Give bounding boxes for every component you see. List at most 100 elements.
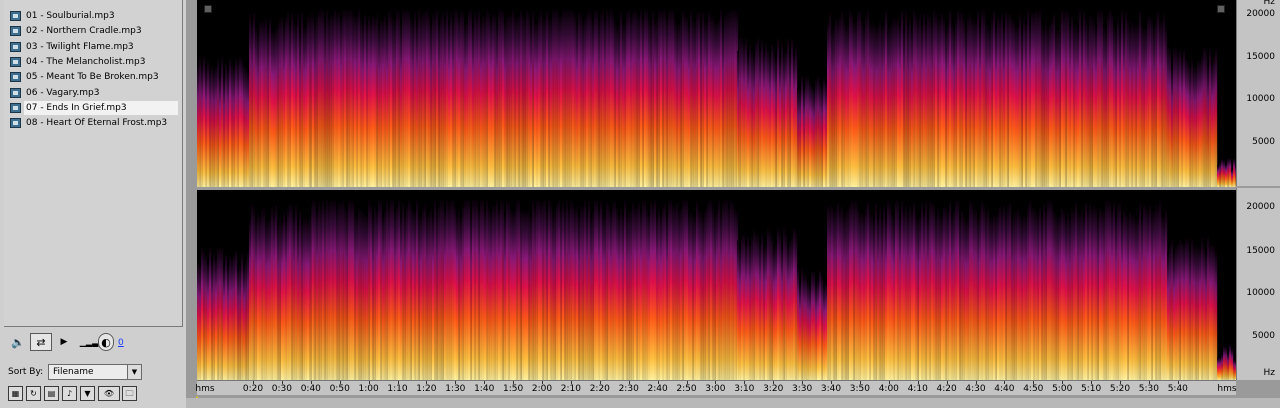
file-name-label: 04 - The Melancholist.mp3 (26, 56, 146, 67)
file-list[interactable]: 01 - Soulburial.mp3 02 - Northern Cradle.… (4, 0, 183, 327)
time-ruler-end-label: hms (1217, 384, 1237, 394)
transport-controls: 🔈 ⇄ ▶ ▁▂▃ ◐ 0 (4, 330, 182, 358)
file-list-item[interactable]: 01 - Soulburial.mp3 (10, 9, 178, 23)
music-file-icon[interactable]: ♪ (62, 386, 77, 401)
frequency-ruler-bottom: 20000 15000 10000 5000 Hz (1236, 188, 1280, 380)
time-tick-label: 3:20 (763, 384, 784, 394)
time-tick-label: 1:30 (445, 384, 466, 394)
file-list-item[interactable]: 08 - Heart Of Eternal Frost.mp3 (10, 116, 178, 130)
frequency-ruler-top: Hz 20000 15000 10000 5000 (1236, 0, 1280, 186)
zoom-corner-right[interactable] (1217, 5, 1225, 13)
sort-by-label: Sort By: (8, 367, 44, 377)
open-folder-icon[interactable]: 🗀 (122, 386, 137, 401)
time-tick-label: 3:40 (820, 384, 842, 394)
time-tick-label: 0:50 (329, 384, 350, 394)
file-list-item[interactable]: 03 - Twilight Flame.mp3 (10, 40, 178, 54)
volume-bars-icon: ▁▂▃ (79, 337, 99, 347)
play-list-icon[interactable]: ▦ (8, 386, 23, 401)
audio-file-icon (10, 11, 21, 21)
file-list-item[interactable]: 04 - The Melancholist.mp3 (10, 55, 178, 69)
file-name-label: 05 - Meant To Be Broken.mp3 (26, 72, 159, 83)
filter-icon[interactable]: ▼ (80, 386, 95, 401)
status-strip (186, 398, 1280, 408)
chevron-down-icon[interactable]: ▼ (127, 365, 141, 379)
hz-label-10000: 10000 (1246, 94, 1275, 104)
hz-unit-label-b: Hz (1263, 368, 1276, 378)
time-ruler-start-label: hms (195, 384, 215, 394)
time-tick-label: 1:20 (416, 384, 437, 394)
time-tick-label: 0:30 (271, 384, 292, 394)
file-panel: 01 - Soulburial.mp3 02 - Northern Cradle.… (0, 0, 186, 408)
audio-file-icon (10, 102, 21, 113)
time-tick-label: 3:30 (791, 384, 813, 394)
time-tick-label: 5:00 (1052, 384, 1073, 394)
file-name-label: 06 - Vagary.mp3 (26, 87, 100, 98)
bottom-toolbar: ▦ ↻ ▤ ♪ ▼ 👁 🗀 (4, 386, 184, 402)
file-name-label: 03 - Twilight Flame.mp3 (26, 41, 134, 52)
time-tick-label: 1:00 (358, 384, 379, 394)
time-tick-label: 4:30 (965, 384, 986, 394)
time-ruler[interactable]: hms 0:20 0:30 0:40 0:50 1:00 1:10 1:20 1:30 1:40 1… (195, 380, 1237, 395)
file-list-item[interactable]: 05 - Meant To Be Broken.mp3 (10, 70, 178, 84)
time-tick-label: 5:40 (1167, 384, 1188, 394)
time-tick-label: 2:20 (589, 384, 610, 394)
file-name-label: 02 - Northern Cradle.mp3 (26, 26, 142, 37)
time-tick-label: 2:00 (531, 384, 553, 394)
volume-value[interactable]: 0 (118, 338, 124, 348)
audio-file-icon (10, 26, 21, 37)
spectrogram-channel-left[interactable] (197, 0, 1236, 187)
hz-unit-label: Hz (1263, 0, 1276, 7)
play-button[interactable]: ▶ (58, 333, 70, 351)
hz-label-10000-b: 10000 (1246, 288, 1275, 298)
time-tick-label: 1:40 (474, 384, 495, 394)
audio-file-icon (10, 41, 21, 52)
file-name-label: 08 - Heart Of Eternal Frost.mp3 (26, 118, 168, 129)
time-tick-label: 4:00 (878, 384, 899, 394)
spectral-view: Hz 20000 15000 10000 5000 20000 15000 10… (186, 0, 1280, 408)
time-tick-label: 5:20 (1109, 384, 1131, 394)
hz-label-5000: 5000 (1252, 137, 1275, 147)
sort-row: Sort By: Filename ▼ (4, 364, 184, 382)
time-tick-label: 0:20 (242, 384, 264, 394)
time-tick-label: 4:20 (936, 384, 957, 394)
hz-label-5000-b: 5000 (1252, 331, 1275, 341)
audio-file-icon (10, 56, 21, 67)
audio-file-icon (10, 72, 21, 83)
time-tick-label: 2:10 (560, 384, 581, 394)
time-tick-label: 4:40 (994, 384, 1015, 394)
loop-button[interactable]: ⇄ (30, 333, 52, 351)
time-tick-label: 2:40 (647, 384, 668, 394)
hz-label-20000: 20000 (1246, 9, 1275, 19)
time-tick-label: 0:40 (300, 384, 321, 394)
file-list-item[interactable]: 07 - Ends In Grief.mp3 (10, 100, 178, 115)
file-list-item[interactable]: 06 - Vagary.mp3 (10, 86, 178, 100)
zoom-corner-left[interactable] (204, 5, 212, 13)
volume-knob[interactable]: ◐ (98, 333, 114, 351)
view-icon[interactable]: 👁 (98, 386, 120, 401)
time-tick-label: 1:10 (387, 384, 408, 394)
audio-file-icon (10, 118, 21, 129)
time-tick-label: 3:00 (705, 384, 726, 394)
sort-select-value: Filename (53, 367, 94, 377)
sort-select[interactable]: Filename ▼ (48, 364, 142, 380)
spectrogram-channel-right[interactable] (197, 190, 1236, 380)
file-name-label: 01 - Soulburial.mp3 (26, 11, 115, 21)
file-name-label: 07 - Ends In Grief.mp3 (26, 102, 127, 113)
time-tick-label: 4:10 (907, 384, 928, 394)
refresh-icon[interactable]: ↻ (26, 386, 41, 401)
audio-file-icon (10, 87, 21, 98)
time-tick-label: 2:50 (676, 384, 697, 394)
time-tick-label: 5:10 (1080, 384, 1102, 394)
hz-label-15000: 15000 (1246, 52, 1275, 62)
time-tick-label: 4:50 (1023, 384, 1044, 394)
time-tick-label: 2:30 (618, 384, 639, 394)
time-tick-label: 1:50 (502, 384, 524, 394)
file-list-item[interactable]: 02 - Northern Cradle.mp3 (10, 24, 178, 38)
time-tick-label: 3:10 (734, 384, 755, 394)
hz-label-15000-b: 15000 (1246, 246, 1275, 256)
time-tick-label: 3:50 (849, 384, 870, 394)
speaker-icon[interactable]: 🔈 (8, 333, 28, 351)
spectrogram-graphic (197, 0, 1236, 187)
properties-icon[interactable]: ▤ (44, 386, 59, 401)
hz-label-20000-b: 20000 (1246, 202, 1275, 212)
